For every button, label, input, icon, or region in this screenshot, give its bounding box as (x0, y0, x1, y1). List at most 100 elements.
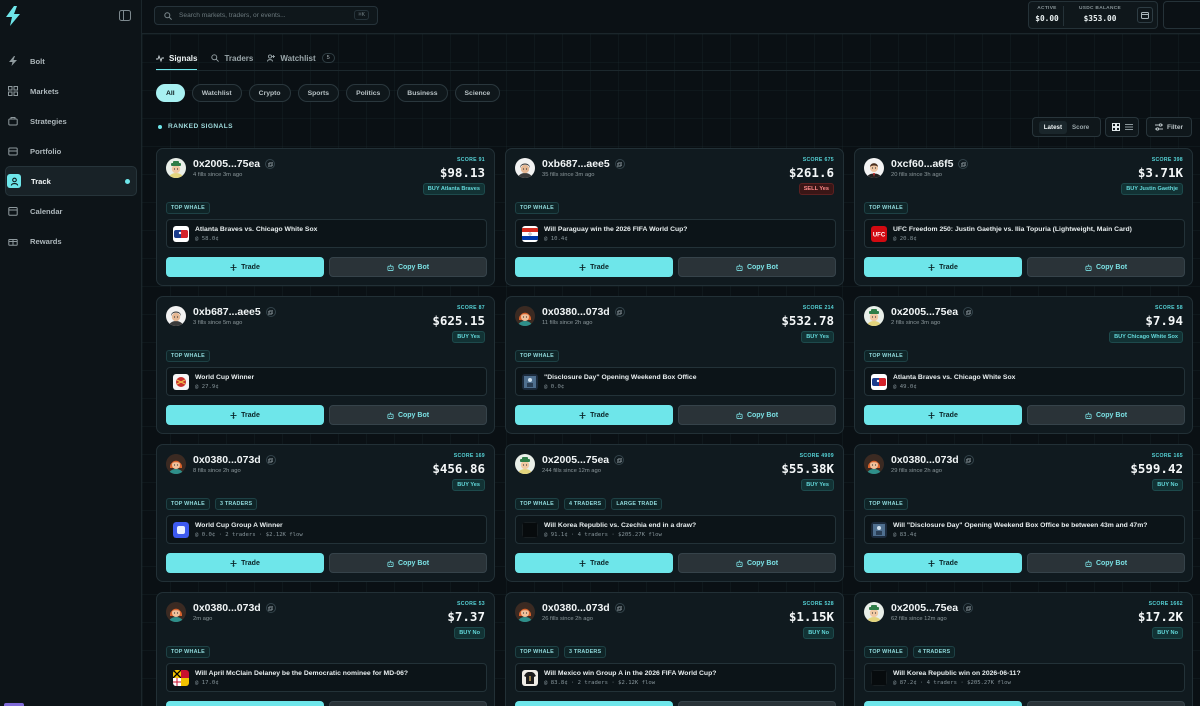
market-row[interactable]: UFC UFC Freedom 250: Justin Gaethje vs. … (864, 219, 1185, 248)
signal-card[interactable]: 0xb687...aee5 3 fills since 5m ago SCORE… (156, 296, 495, 434)
copy-address-icon[interactable] (265, 603, 276, 613)
sort-latest-button[interactable]: Latest (1038, 120, 1068, 134)
market-row[interactable]: Will Mexico win Group A in the 2026 FIFA… (515, 663, 836, 692)
trader-avatar[interactable] (166, 306, 186, 326)
trader-address[interactable]: 0xb687...aee5 (193, 306, 276, 318)
copy-address-icon[interactable] (963, 603, 974, 613)
signal-card[interactable]: 0x2005...75ea 4 fills since 3m ago SCORE… (156, 148, 495, 286)
trader-avatar[interactable] (515, 158, 535, 178)
trader-avatar[interactable] (864, 158, 884, 178)
trader-avatar[interactable] (515, 306, 535, 326)
chip-crypto[interactable]: Crypto (248, 84, 291, 102)
sidebar-item-bolt[interactable]: Bolt (5, 46, 137, 76)
trader-address[interactable]: 0x0380...073d (542, 602, 625, 614)
copy-bot-button[interactable]: Copy Bot (329, 701, 487, 706)
signal-card[interactable]: 0x0380...073d 11 fills since 2h ago SCOR… (505, 296, 844, 434)
copy-address-icon[interactable] (614, 307, 625, 317)
chip-all[interactable]: All (156, 84, 185, 102)
copy-bot-button[interactable]: Copy Bot (678, 405, 836, 425)
trade-button[interactable]: Trade (515, 553, 673, 573)
trader-address[interactable]: 0xb687...aee5 (542, 158, 625, 170)
trader-address[interactable]: 0x2005...75ea (891, 602, 974, 614)
sidebar-collapse-icon[interactable] (119, 10, 131, 21)
trade-button[interactable]: Trade (166, 701, 324, 706)
copy-address-icon[interactable] (265, 159, 276, 169)
trader-avatar[interactable] (515, 602, 535, 622)
grid-view-icon[interactable] (1111, 123, 1120, 131)
trade-button[interactable]: Trade (864, 553, 1022, 573)
copy-bot-button[interactable]: Copy Bot (678, 257, 836, 277)
filter-button[interactable]: Filter (1146, 117, 1192, 137)
market-row[interactable]: Will "Disclosure Day" Opening Weekend Bo… (864, 515, 1185, 544)
signal-card[interactable]: 0x2005...75ea 2 fills since 3m ago SCORE… (854, 296, 1193, 434)
chip-science[interactable]: Science (454, 84, 501, 102)
chip-business[interactable]: Business (397, 84, 448, 102)
trade-button[interactable]: Trade (166, 257, 324, 277)
copy-bot-button[interactable]: Copy Bot (1027, 405, 1185, 425)
market-row[interactable]: Atlanta Braves vs. Chicago White Sox @ 4… (864, 367, 1185, 396)
market-row[interactable]: Will Korea Republic win on 2026-06-11? @… (864, 663, 1185, 692)
trade-button[interactable]: Trade (515, 405, 673, 425)
market-row[interactable]: Atlanta Braves vs. Chicago White Sox @ 5… (166, 219, 487, 248)
trade-button[interactable]: Trade (864, 701, 1022, 706)
trade-button[interactable]: Trade (515, 701, 673, 706)
copy-bot-button[interactable]: Copy Bot (1027, 257, 1185, 277)
trade-button[interactable]: Trade (864, 257, 1022, 277)
market-row[interactable]: World Cup Group A Winner @ 0.0¢ · 2 trad… (166, 515, 487, 544)
list-view-icon[interactable] (1124, 123, 1133, 131)
signal-card[interactable]: 0x2005...75ea 62 fills since 12m ago SCO… (854, 592, 1193, 706)
trader-avatar[interactable] (166, 454, 186, 474)
chip-watchlist[interactable]: Watchlist (191, 84, 242, 102)
trader-address[interactable]: 0x2005...75ea (542, 454, 625, 466)
trader-avatar[interactable] (515, 454, 535, 474)
profile-button[interactable] (1163, 1, 1200, 29)
copy-bot-button[interactable]: Copy Bot (678, 701, 836, 706)
trader-address[interactable]: 0x0380...073d (542, 306, 625, 318)
trader-avatar[interactable] (864, 602, 884, 622)
trader-avatar[interactable] (166, 158, 186, 178)
copy-address-icon[interactable] (963, 455, 974, 465)
copy-address-icon[interactable] (614, 455, 625, 465)
trader-address[interactable]: 0x2005...75ea (193, 158, 276, 170)
signal-card[interactable]: 0xb687...aee5 35 fills since 3m ago SCOR… (505, 148, 844, 286)
chip-politics[interactable]: Politics (346, 84, 391, 102)
trader-address[interactable]: 0xcf60...a6f5 (891, 158, 969, 170)
market-row[interactable]: World Cup Winner @ 27.9¢ (166, 367, 487, 396)
tab-traders[interactable]: Traders (211, 46, 253, 70)
trade-button[interactable]: Trade (166, 553, 324, 573)
trade-button[interactable]: Trade (864, 405, 1022, 425)
trader-avatar[interactable] (864, 454, 884, 474)
trader-avatar[interactable] (166, 602, 186, 622)
signal-card[interactable]: 0x0380...073d 8 fills since 2h ago SCORE… (156, 444, 495, 582)
market-row[interactable]: Will April McClain Delaney be the Democr… (166, 663, 487, 692)
search-input[interactable] (179, 12, 349, 19)
signal-card[interactable]: 0x0380...073d 29 fills since 2h ago SCOR… (854, 444, 1193, 582)
search-box[interactable]: ⌘K (154, 6, 378, 25)
copy-address-icon[interactable] (958, 159, 969, 169)
sidebar-item-strategies[interactable]: Strategies (5, 106, 137, 136)
market-row[interactable]: "Disclosure Day" Opening Weekend Box Off… (515, 367, 836, 396)
copy-address-icon[interactable] (265, 455, 276, 465)
copy-bot-button[interactable]: Copy Bot (329, 257, 487, 277)
signal-card[interactable]: 0x0380...073d 26 fills since 2h ago SCOR… (505, 592, 844, 706)
trade-button[interactable]: Trade (166, 405, 324, 425)
market-row[interactable]: Will Paraguay win the 2026 FIFA World Cu… (515, 219, 836, 248)
trader-address[interactable]: 0x2005...75ea (891, 306, 974, 318)
copy-bot-button[interactable]: Copy Bot (1027, 553, 1185, 573)
bolt-logo-icon[interactable] (4, 6, 22, 26)
trader-avatar[interactable] (864, 306, 884, 326)
copy-bot-button[interactable]: Copy Bot (329, 405, 487, 425)
trader-address[interactable]: 0x0380...073d (193, 454, 276, 466)
chip-sports[interactable]: Sports (297, 84, 340, 102)
sidebar-item-portfolio[interactable]: Portfolio (5, 136, 137, 166)
signal-card[interactable]: 0x0380...073d 2m ago SCORE 53 $7.37 BUY … (156, 592, 495, 706)
copy-bot-button[interactable]: Copy Bot (329, 553, 487, 573)
sort-score-button[interactable]: Score (1067, 121, 1094, 134)
sidebar-item-track[interactable]: Track (5, 166, 137, 196)
trade-button[interactable]: Trade (515, 257, 673, 277)
wallet-button[interactable] (1137, 7, 1153, 23)
copy-bot-button[interactable]: Copy Bot (678, 553, 836, 573)
signal-card[interactable]: 0x2005...75ea 244 fills since 12m ago SC… (505, 444, 844, 582)
trader-address[interactable]: 0x0380...073d (891, 454, 974, 466)
copy-address-icon[interactable] (963, 307, 974, 317)
